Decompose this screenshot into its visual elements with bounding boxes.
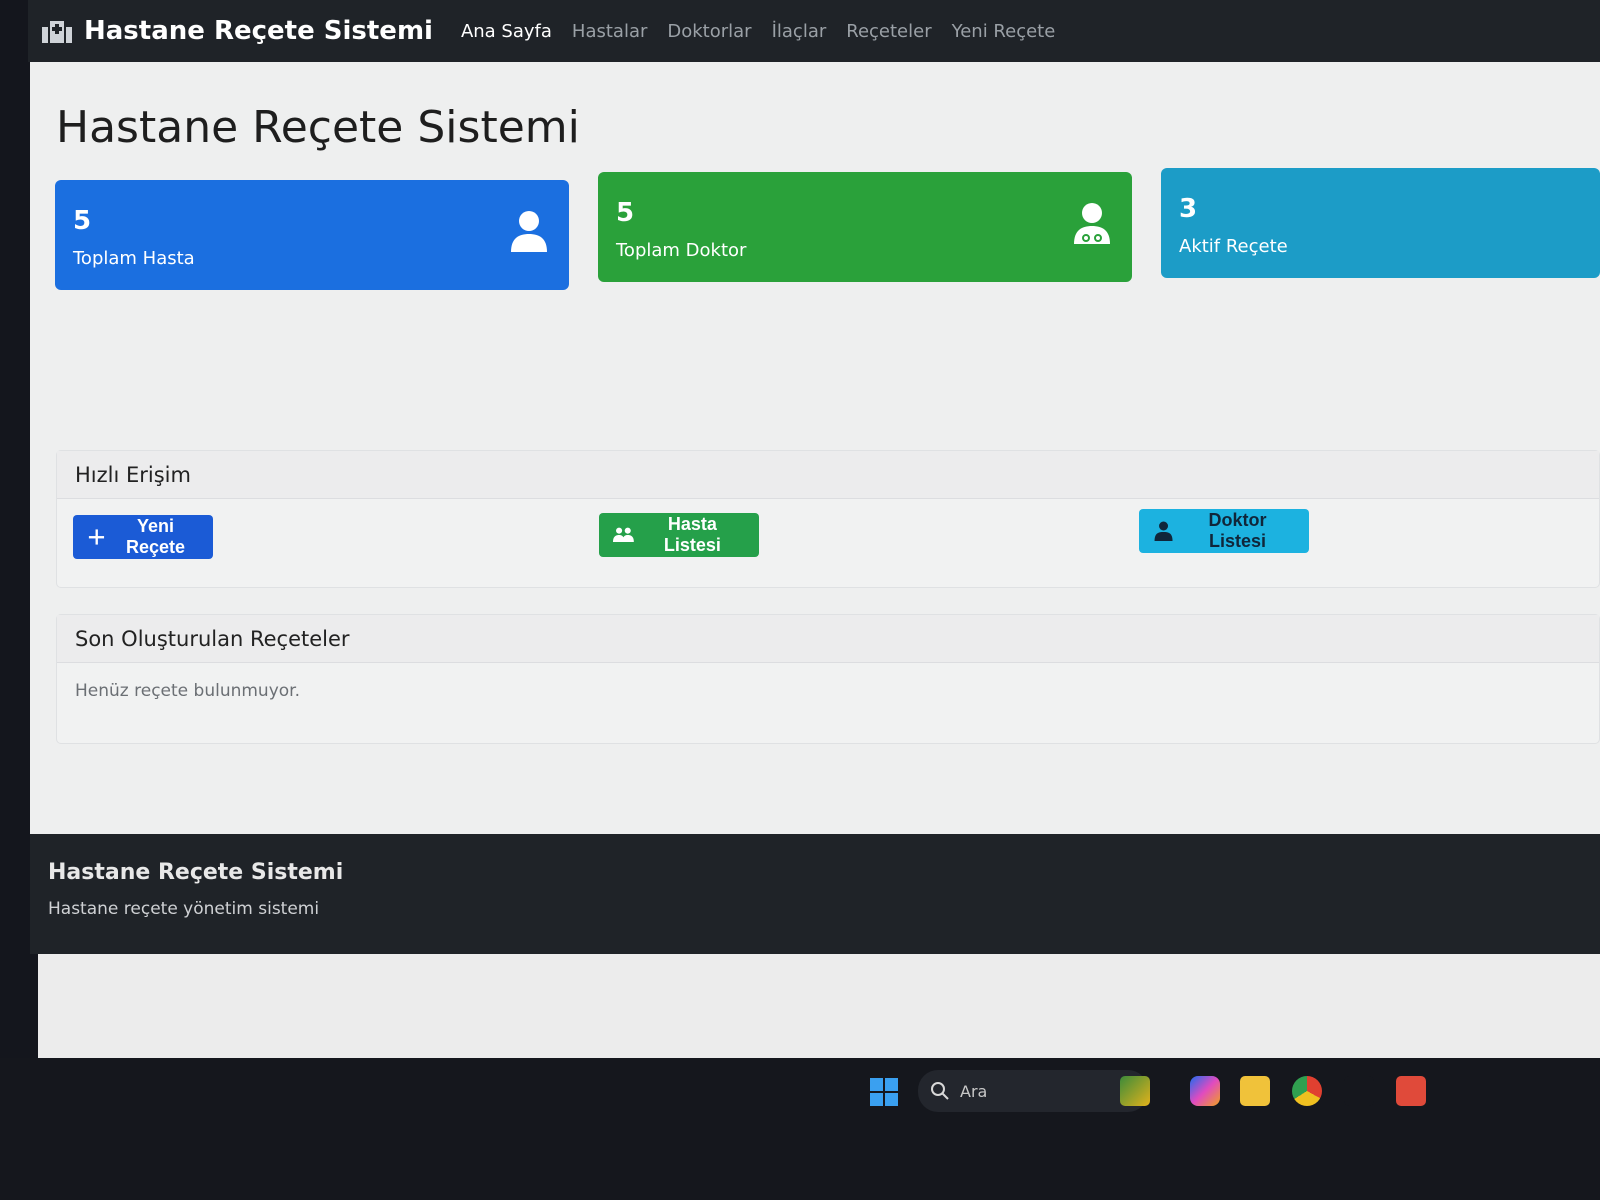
new-prescription-button[interactable]: Yeni Reçete bbox=[73, 515, 213, 559]
nav-links: Ana Sayfa Hastalar Doktorlar İlaçlar Reç… bbox=[461, 21, 1055, 42]
nav-link-doktorlar[interactable]: Doktorlar bbox=[667, 21, 751, 42]
page-title: Hastane Reçete Sistemi bbox=[56, 102, 580, 153]
stat-label: Aktif Reçete bbox=[1179, 236, 1288, 257]
footer-subtitle: Hastane reçete yönetim sistemi bbox=[48, 899, 320, 919]
stat-card-prescriptions: 3 Aktif Reçete bbox=[1161, 168, 1600, 278]
top-navbar: Hastane Reçete Sistemi Ana Sayfa Hastala… bbox=[28, 0, 1600, 62]
recent-prescriptions-body: Henüz reçete bulunmuyor. bbox=[57, 663, 1599, 719]
user-icon bbox=[511, 211, 547, 252]
doctor-list-button[interactable]: Doktor Listesi bbox=[1139, 509, 1309, 553]
xampp-icon[interactable] bbox=[1396, 1076, 1426, 1106]
doctor-icon bbox=[1154, 521, 1173, 541]
file-explorer-icon[interactable] bbox=[1240, 1076, 1270, 1106]
taskbar-search[interactable]: Ara bbox=[918, 1070, 1148, 1112]
button-label: Doktor Listesi bbox=[1208, 510, 1267, 551]
recent-prescriptions-panel: Son Oluşturulan Reçeteler Henüz reçete b… bbox=[56, 614, 1600, 744]
brand[interactable]: Hastane Reçete Sistemi bbox=[40, 16, 433, 46]
footer: Hastane Reçete Sistemi Hastane reçete yö… bbox=[30, 834, 1600, 954]
main-content: Hastane Reçete Sistemi 5 Toplam Hasta 5 … bbox=[30, 62, 1600, 834]
footer-title: Hastane Reçete Sistemi bbox=[48, 860, 344, 885]
chrome-icon[interactable] bbox=[1292, 1076, 1322, 1106]
nav-link-yeni-recete[interactable]: Yeni Reçete bbox=[952, 21, 1056, 42]
patient-list-button[interactable]: Hasta Listesi bbox=[599, 513, 759, 557]
quick-access-panel: Hızlı Erişim Yeni Reçete Hasta Listesi D… bbox=[56, 450, 1600, 588]
windows-start-icon[interactable] bbox=[870, 1078, 898, 1106]
stat-label: Toplam Hasta bbox=[73, 248, 195, 269]
stat-label: Toplam Doktor bbox=[616, 240, 747, 261]
nav-link-hastalar[interactable]: Hastalar bbox=[572, 21, 647, 42]
button-label: Hasta Listesi bbox=[663, 514, 721, 555]
quick-access-title: Hızlı Erişim bbox=[57, 451, 1599, 499]
button-label: Yeni Reçete bbox=[125, 516, 185, 557]
quick-access-body: Yeni Reçete Hasta Listesi Doktor Listesi bbox=[57, 499, 1599, 559]
stat-value: 5 bbox=[616, 198, 635, 228]
stat-card-doctors: 5 Toplam Doktor bbox=[598, 172, 1132, 282]
copilot-icon[interactable] bbox=[1190, 1076, 1220, 1106]
brand-label: Hastane Reçete Sistemi bbox=[84, 16, 433, 46]
empty-message: Henüz reçete bulunmuyor. bbox=[75, 681, 300, 701]
nav-link-receteler[interactable]: Reçeteler bbox=[846, 21, 931, 42]
taskbar: Ara bbox=[0, 1058, 1600, 1200]
recent-prescriptions-title: Son Oluşturulan Reçeteler bbox=[57, 615, 1599, 663]
nav-link-ilaclar[interactable]: İlaçlar bbox=[772, 21, 827, 42]
stat-value: 5 bbox=[73, 206, 92, 236]
doctor-icon bbox=[1074, 203, 1110, 244]
search-placeholder: Ara bbox=[960, 1081, 988, 1101]
search-icon bbox=[931, 1082, 949, 1100]
users-icon bbox=[613, 527, 634, 542]
stat-card-patients: 5 Toplam Hasta bbox=[55, 180, 569, 290]
app-icon[interactable] bbox=[1344, 1076, 1374, 1106]
page-bottom-area bbox=[38, 954, 1600, 1058]
stat-value: 3 bbox=[1179, 194, 1198, 224]
plus-icon bbox=[88, 529, 105, 545]
nav-link-ana-sayfa[interactable]: Ana Sayfa bbox=[461, 21, 552, 42]
hospital-icon bbox=[42, 21, 72, 43]
widgets-icon[interactable] bbox=[1120, 1076, 1150, 1106]
